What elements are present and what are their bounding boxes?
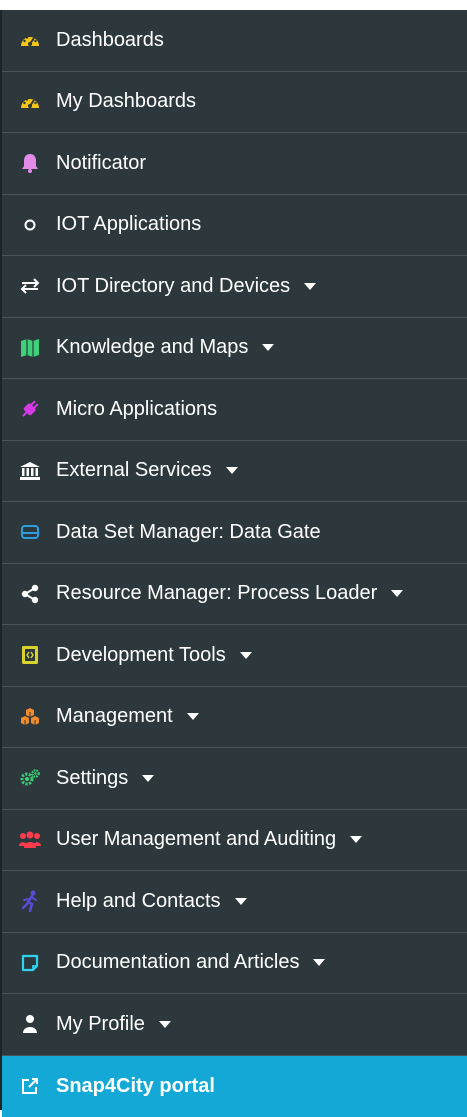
chevron-down-icon bbox=[159, 1021, 171, 1028]
cubes-icon bbox=[16, 705, 44, 729]
map-icon bbox=[16, 336, 44, 360]
chevron-down-icon bbox=[262, 344, 274, 351]
menu-item-dashboards[interactable]: Dashboards bbox=[2, 10, 467, 72]
menu-item-label: Management bbox=[56, 705, 173, 728]
external-link-icon bbox=[16, 1074, 44, 1098]
menu-item-label: IOT Applications bbox=[56, 213, 201, 236]
menu-item-user-management[interactable]: User Management and Auditing bbox=[2, 810, 467, 872]
menu-item-management[interactable]: Management bbox=[2, 687, 467, 749]
menu-item-label: Notificator bbox=[56, 152, 146, 175]
users-icon bbox=[16, 828, 44, 852]
menu-item-label: My Dashboards bbox=[56, 90, 196, 113]
menu-item-label: Resource Manager: Process Loader bbox=[56, 582, 377, 605]
menu-item-label: Documentation and Articles bbox=[56, 951, 299, 974]
hdd-drive-icon bbox=[16, 520, 44, 544]
bell-icon bbox=[16, 151, 44, 175]
dashboard-gauge-icon bbox=[16, 28, 44, 52]
code-file-icon bbox=[16, 643, 44, 667]
chevron-down-icon bbox=[187, 713, 199, 720]
menu-item-label: Data Set Manager: Data Gate bbox=[56, 521, 321, 544]
menu-item-knowledge-maps[interactable]: Knowledge and Maps bbox=[2, 318, 467, 380]
chevron-down-icon bbox=[226, 467, 238, 474]
menu-item-label: Settings bbox=[56, 767, 128, 790]
menu-item-my-profile[interactable]: My Profile bbox=[2, 994, 467, 1056]
menu-item-label: Help and Contacts bbox=[56, 890, 221, 913]
page-header-cropped bbox=[0, 0, 467, 10]
chevron-down-icon bbox=[313, 959, 325, 966]
menu-item-label: User Management and Auditing bbox=[56, 828, 336, 851]
square-note-icon bbox=[16, 951, 44, 975]
menu-item-notificator[interactable]: Notificator bbox=[2, 133, 467, 195]
menu-item-micro-applications[interactable]: Micro Applications bbox=[2, 379, 467, 441]
chevron-down-icon bbox=[391, 590, 403, 597]
menu-item-data-set-manager[interactable]: Data Set Manager: Data Gate bbox=[2, 502, 467, 564]
menu-item-iot-directory[interactable]: IOT Directory and Devices bbox=[2, 256, 467, 318]
chevron-down-icon bbox=[240, 652, 252, 659]
dashboard-gauge-icon bbox=[16, 90, 44, 114]
chevron-down-icon bbox=[304, 283, 316, 290]
menu-item-label: IOT Directory and Devices bbox=[56, 275, 290, 298]
chevron-down-icon bbox=[235, 898, 247, 905]
menu-item-label: Knowledge and Maps bbox=[56, 336, 248, 359]
menu-item-label: Micro Applications bbox=[56, 398, 217, 421]
menu-item-my-dashboards[interactable]: My Dashboards bbox=[2, 72, 467, 134]
menu-item-iot-applications[interactable]: IOT Applications bbox=[2, 195, 467, 257]
exchange-arrows-icon bbox=[16, 274, 44, 298]
menu-item-help-contacts[interactable]: Help and Contacts bbox=[2, 871, 467, 933]
bank-building-icon bbox=[16, 459, 44, 483]
chevron-down-icon bbox=[350, 836, 362, 843]
menu-item-label: External Services bbox=[56, 459, 212, 482]
menu-item-development-tools[interactable]: Development Tools bbox=[2, 625, 467, 687]
circle-icon bbox=[16, 213, 44, 237]
menu-list: Dashboards My Dashboards bbox=[2, 10, 467, 1117]
menu-item-snap4city-portal[interactable]: Snap4City portal bbox=[2, 1056, 467, 1117]
chevron-down-icon bbox=[142, 775, 154, 782]
menu-item-label: Snap4City portal bbox=[56, 1075, 215, 1098]
menu-item-label: Dashboards bbox=[56, 29, 164, 52]
menu-item-label: Development Tools bbox=[56, 644, 226, 667]
menu-item-settings[interactable]: Settings bbox=[2, 748, 467, 810]
plug-icon bbox=[16, 397, 44, 421]
menu-item-external-services[interactable]: External Services bbox=[2, 441, 467, 503]
sidebar-menu: Dashboards My Dashboards bbox=[0, 10, 467, 1110]
running-person-icon bbox=[16, 889, 44, 913]
menu-item-resource-manager[interactable]: Resource Manager: Process Loader bbox=[2, 564, 467, 626]
user-icon bbox=[16, 1012, 44, 1036]
share-nodes-icon bbox=[16, 582, 44, 606]
menu-item-documentation[interactable]: Documentation and Articles bbox=[2, 933, 467, 995]
menu-item-label: My Profile bbox=[56, 1013, 145, 1036]
cogs-icon bbox=[16, 766, 44, 790]
